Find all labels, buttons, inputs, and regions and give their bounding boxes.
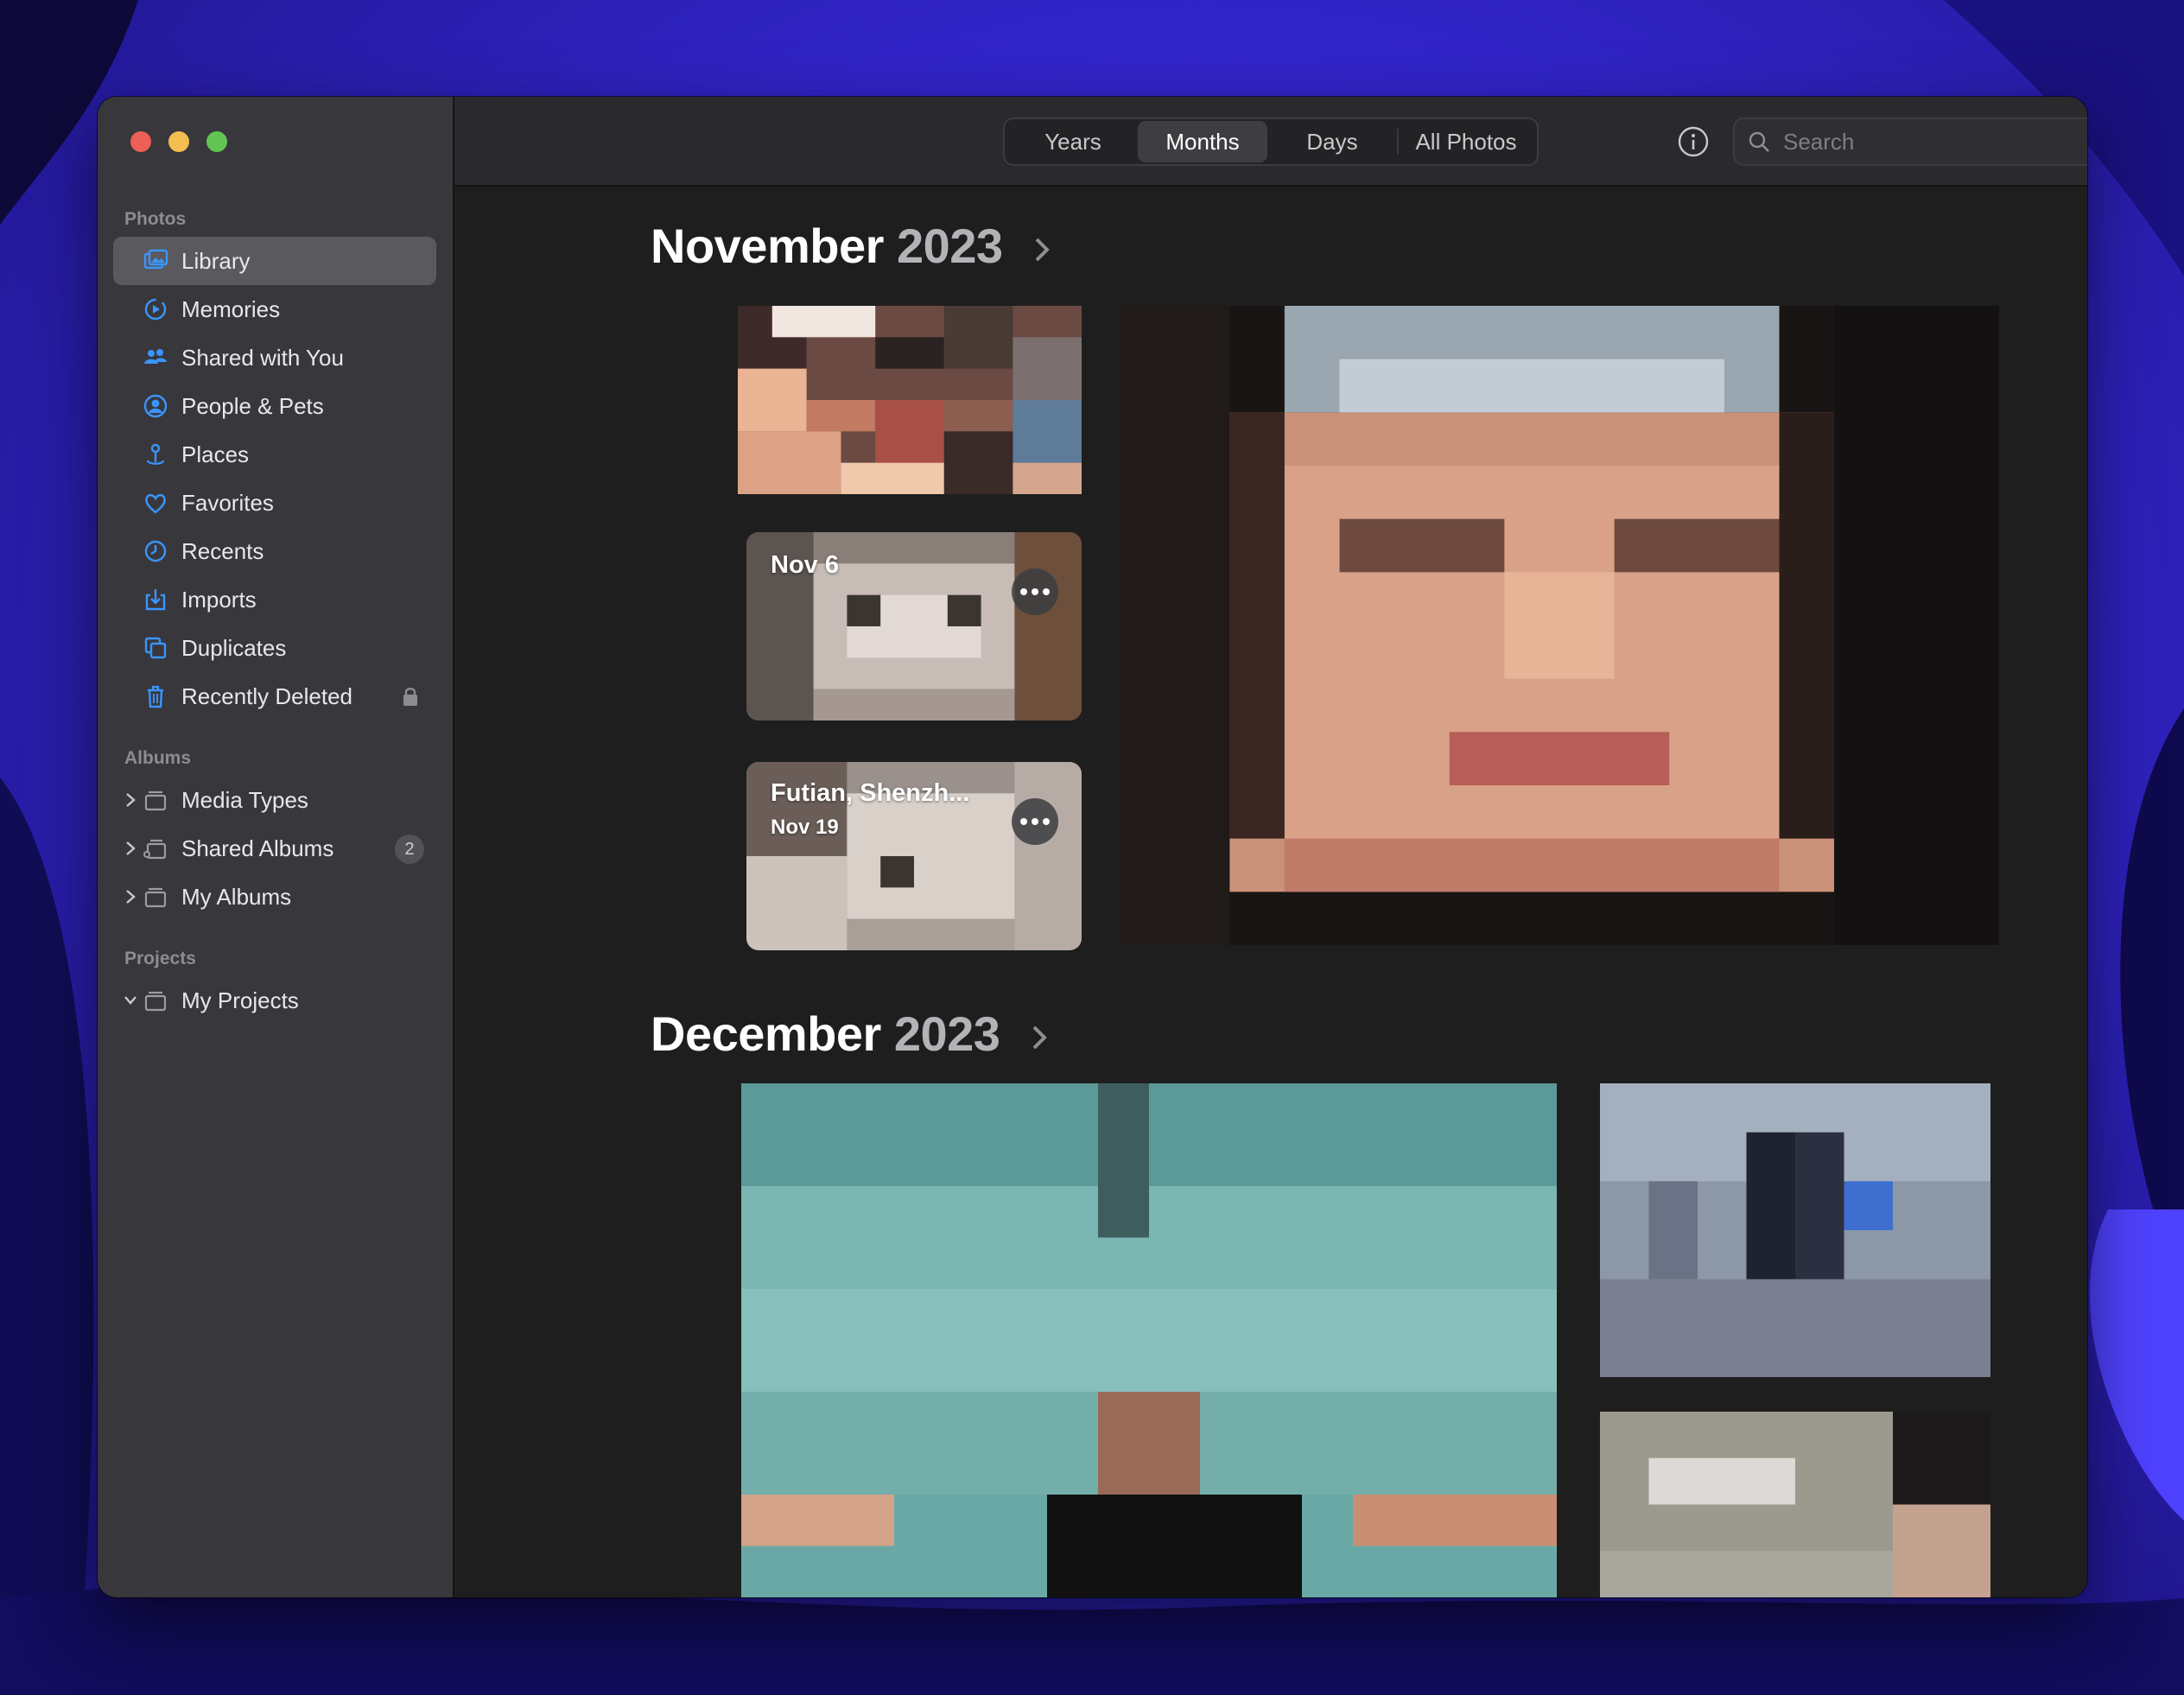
album-stack-icon [141,986,170,1015]
chevron-right-icon[interactable] [124,888,137,905]
featured-portrait-photo[interactable] [1120,306,1999,945]
sidebar-item-label: Memories [181,295,281,322]
close-window-button[interactable] [130,131,151,152]
sidebar-item-label: Recently Deleted [181,682,352,709]
section-title-albums: Albums [124,748,192,768]
sidebar-item-library[interactable]: Library [113,237,436,285]
section-title-projects: Projects [124,949,196,968]
sidebar-item-duplicates[interactable]: Duplicates [113,624,436,672]
trash-icon [141,682,170,711]
album-stack-icon [141,785,170,815]
shared-album-icon [141,834,170,863]
sidebar: Photos Library Memories Shared with You … [98,97,454,1597]
chevron-right-icon [1035,238,1050,262]
info-icon[interactable] [1677,125,1710,158]
library-icon [141,246,170,276]
sidebar-item-label: Duplicates [181,634,287,661]
photo-image [738,306,1082,494]
sidebar-item-label: Favorites [181,489,274,516]
memories-icon [141,295,170,324]
places-icon [141,440,170,469]
search-placeholder: Search [1783,128,1855,155]
lock-icon [403,688,417,706]
people-icon [141,391,170,421]
photo-thumbnail[interactable] [1600,1083,1990,1377]
month-year: 2023 [893,1006,1000,1061]
month-heading-december[interactable]: December 2023 [651,1006,1050,1062]
month-name: December [651,1006,881,1061]
search-field[interactable]: Search [1733,117,2087,166]
month-name: November [651,219,884,273]
sidebar-item-my-projects[interactable]: My Projects [113,976,436,1025]
album-stack-icon [141,882,170,911]
photo-thumbnail[interactable] [738,306,1082,494]
section-title-photos: Photos [124,209,187,229]
month-year: 2023 [896,219,1003,273]
memory-card-futian[interactable]: Futian, Shenzh... Nov 19 [746,762,1082,950]
sidebar-item-label: People & Pets [181,392,324,419]
sidebar-item-recently-deleted[interactable]: Recently Deleted [113,672,436,721]
search-icon [1749,131,1769,152]
sidebar-item-label: Shared with You [181,344,344,371]
card-date-label: Nov 6 [771,551,839,579]
sidebar-item-label: Places [181,441,250,467]
sidebar-item-shared-with-you[interactable]: Shared with You [113,333,436,382]
sidebar-item-memories[interactable]: Memories [113,285,436,333]
chevron-right-icon [1032,1025,1047,1050]
main-content: Years Months Days All Photos Search Nove… [454,97,2087,1597]
more-options-button[interactable] [1012,568,1058,615]
sidebar-item-favorites[interactable]: Favorites [113,479,436,527]
more-options-button[interactable] [1012,798,1058,845]
tab-years[interactable]: Years [1008,121,1138,162]
card-date-label: Nov 19 [771,816,839,839]
duplicates-icon [141,633,170,663]
heart-icon [141,488,170,517]
street-photo-image [1600,1083,1990,1377]
sidebar-item-people-pets[interactable]: People & Pets [113,382,436,430]
photos-window: Photos Library Memories Shared with You … [98,97,2087,1597]
lake-photo-image [741,1083,1557,1597]
sidebar-item-my-albums[interactable]: My Albums [113,873,436,921]
sidebar-item-label: Recents [181,537,264,564]
tab-months[interactable]: Months [1138,121,1267,162]
month-heading-november[interactable]: November 2023 [651,218,1052,274]
photo-thumbnail[interactable] [741,1083,1557,1597]
chevron-right-icon[interactable] [124,840,137,857]
chevron-right-icon[interactable] [124,791,137,809]
sidebar-item-label: Imports [181,586,257,613]
sidebar-item-recents[interactable]: Recents [113,527,436,575]
window-controls [130,131,227,152]
tab-days[interactable]: Days [1267,121,1397,162]
sidebar-item-media-types[interactable]: Media Types [113,776,436,824]
tab-all-photos[interactable]: All Photos [1399,121,1533,162]
photo-thumbnail[interactable] [1600,1412,1990,1597]
sidebar-item-label: Shared Albums [181,835,334,861]
sidebar-item-label: Media Types [181,786,308,813]
memory-card-nov-6[interactable]: Nov 6 [746,532,1082,721]
minimize-window-button[interactable] [168,131,189,152]
sidebar-item-imports[interactable]: Imports [113,575,436,624]
sidebar-item-shared-albums[interactable]: Shared Albums 2 [113,824,436,873]
shared-with-you-icon [141,343,170,372]
chevron-down-icon[interactable] [122,992,139,1009]
clock-icon [141,536,170,566]
sidebar-item-label: Library [181,247,251,274]
sidebar-item-label: My Albums [181,883,292,910]
card-location-label: Futian, Shenzh... [771,779,970,807]
sidebar-item-places[interactable]: Places [113,430,436,479]
toolbar: Years Months Days All Photos Search [454,97,2087,187]
import-icon [141,585,170,614]
sidebar-item-label: My Projects [181,987,299,1013]
document-photo-image [1600,1412,1990,1597]
portrait-photo-image [1120,306,1999,945]
zoom-window-button[interactable] [206,131,227,152]
view-mode-segmented-control: Years Months Days All Photos [1003,117,1539,166]
shared-albums-count-badge: 2 [395,835,424,864]
